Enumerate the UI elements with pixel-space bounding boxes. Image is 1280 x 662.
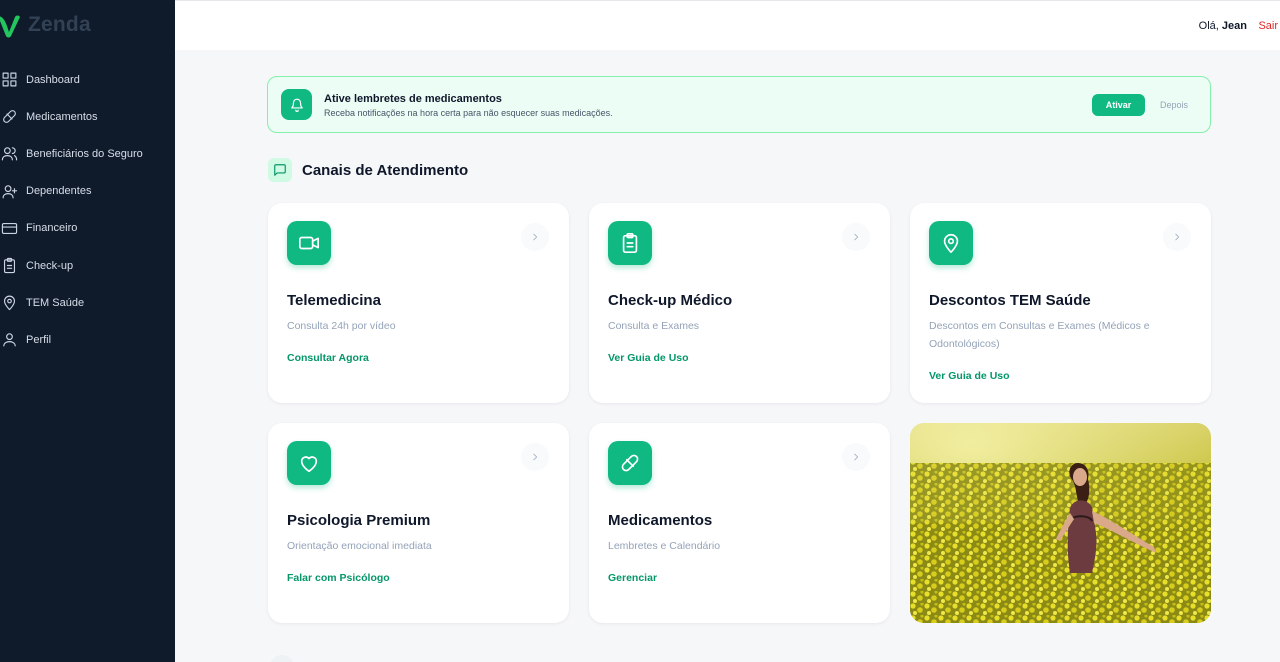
map-pin-icon: [0, 294, 18, 312]
credit-card-icon: [0, 219, 18, 237]
user-name: Jean: [1221, 20, 1247, 32]
sidebar-item-label: TEM Saúde: [26, 296, 85, 309]
card-title: Medicamentos: [608, 512, 713, 529]
sidebar-item-label: Dashboard: [26, 73, 80, 86]
card-link[interactable]: Falar com Psicólogo: [287, 572, 390, 584]
bell-icon: [281, 89, 312, 120]
sidebar-item-label: Beneficiários do Seguro: [26, 147, 143, 160]
card-subtitle: Orientação emocional imediata: [287, 540, 432, 552]
card-link[interactable]: Ver Guia de Uso: [608, 352, 689, 364]
card-title: Descontos TEM Saúde: [929, 292, 1091, 309]
card-link[interactable]: Consultar Agora: [287, 352, 369, 364]
sidebar-item-financeiro[interactable]: Financeiro: [0, 210, 175, 247]
message-square-icon: [268, 158, 292, 182]
sidebar-item-tem-saude[interactable]: TEM Saúde: [0, 284, 175, 321]
sidebar-item-label: Financeiro: [26, 222, 78, 235]
card-medicamentos[interactable]: Medicamentos Lembretes e Calendário Gere…: [589, 423, 890, 623]
card-psicologia-premium[interactable]: Psicologia Premium Orientação emocional …: [268, 423, 569, 623]
card-title: Psicologia Premium: [287, 512, 431, 529]
chevron-right-icon[interactable]: [842, 443, 870, 471]
later-button[interactable]: Depois: [1154, 94, 1194, 116]
chevron-right-icon[interactable]: [842, 223, 870, 251]
card-subtitle: Consulta e Exames: [608, 320, 700, 332]
brand-name: Zenda: [28, 13, 91, 36]
card-check-up-medico[interactable]: Check-up Médico Consulta e Exames Ver Gu…: [589, 203, 890, 403]
card-link[interactable]: Ver Guia de Uso: [929, 370, 1010, 382]
card-telemedicina[interactable]: Telemedicina Consulta 24h por vídeo Cons…: [268, 203, 569, 403]
user-icon: [0, 331, 18, 349]
sidebar: Zenda Dashboard Medicamentos Beneficiári…: [0, 0, 175, 662]
user-greeting: Olá, Jean: [1199, 20, 1247, 32]
card-subtitle: Lembretes e Calendário: [608, 540, 721, 552]
sidebar-item-perfil[interactable]: Perfil: [0, 321, 175, 358]
card-title: Check-up Médico: [608, 292, 733, 309]
greeting-text: Olá,: [1198, 20, 1219, 32]
chevron-right-icon[interactable]: [521, 443, 549, 471]
sidebar-nav: Dashboard Medicamentos Beneficiários do …: [0, 61, 175, 359]
card-subtitle: Descontos em Consultas e Exames (Médicos…: [929, 320, 1150, 350]
zenda-logo-icon: [0, 15, 20, 38]
video-icon: [287, 221, 331, 265]
grid-icon: [0, 71, 18, 89]
user-icon: [0, 182, 18, 200]
sidebar-item-check-up[interactable]: Check-up: [0, 247, 175, 284]
pill-icon: [0, 108, 18, 126]
card-descontos-tem-saude[interactable]: Descontos TEM Saúde Descontos em Consult…: [910, 203, 1211, 403]
banner-subtitle: Receba notificações na hora certa para n…: [324, 108, 613, 118]
sidebar-item-medicamentos[interactable]: Medicamentos: [0, 98, 175, 135]
card-link[interactable]: Gerenciar: [608, 572, 657, 584]
wellness-photo: [910, 423, 1211, 623]
pill-icon: [608, 441, 652, 485]
activate-button[interactable]: Ativar: [1092, 94, 1145, 116]
sidebar-item-label: Check-up: [26, 259, 74, 272]
sidebar-item-label: Medicamentos: [26, 110, 98, 123]
card-subtitle: Consulta 24h por vídeo: [287, 320, 396, 332]
logout-link[interactable]: Sair: [1258, 20, 1278, 32]
sidebar-item-label: Dependentes: [26, 185, 92, 198]
chevron-right-icon[interactable]: [1163, 223, 1191, 251]
chevron-right-icon[interactable]: [521, 223, 549, 251]
section-title: Canais de Atendimento: [302, 162, 469, 179]
brand-logo[interactable]: Zenda: [0, 10, 91, 40]
sidebar-item-dependentes[interactable]: Dependentes: [0, 173, 175, 210]
top-header: Olá, Jean Sair: [175, 0, 1280, 50]
sidebar-item-label: Perfil: [26, 333, 52, 346]
sidebar-item-dashboard[interactable]: Dashboard: [0, 61, 175, 98]
heart-icon: [287, 441, 331, 485]
sidebar-item-beneficiarios[interactable]: Beneficiários do Seguro: [0, 135, 175, 172]
flower-field-image: [910, 423, 1211, 623]
card-title: Telemedicina: [287, 292, 381, 309]
map-pin-icon: [929, 221, 973, 265]
reminder-banner: Ative lembretes de medicamentos Receba n…: [267, 76, 1211, 133]
users-icon: [0, 145, 18, 163]
clipboard-icon: [608, 221, 652, 265]
section-icon-partial: [270, 655, 294, 662]
banner-title: Ative lembretes de medicamentos: [324, 93, 502, 105]
clipboard-icon: [0, 257, 18, 275]
